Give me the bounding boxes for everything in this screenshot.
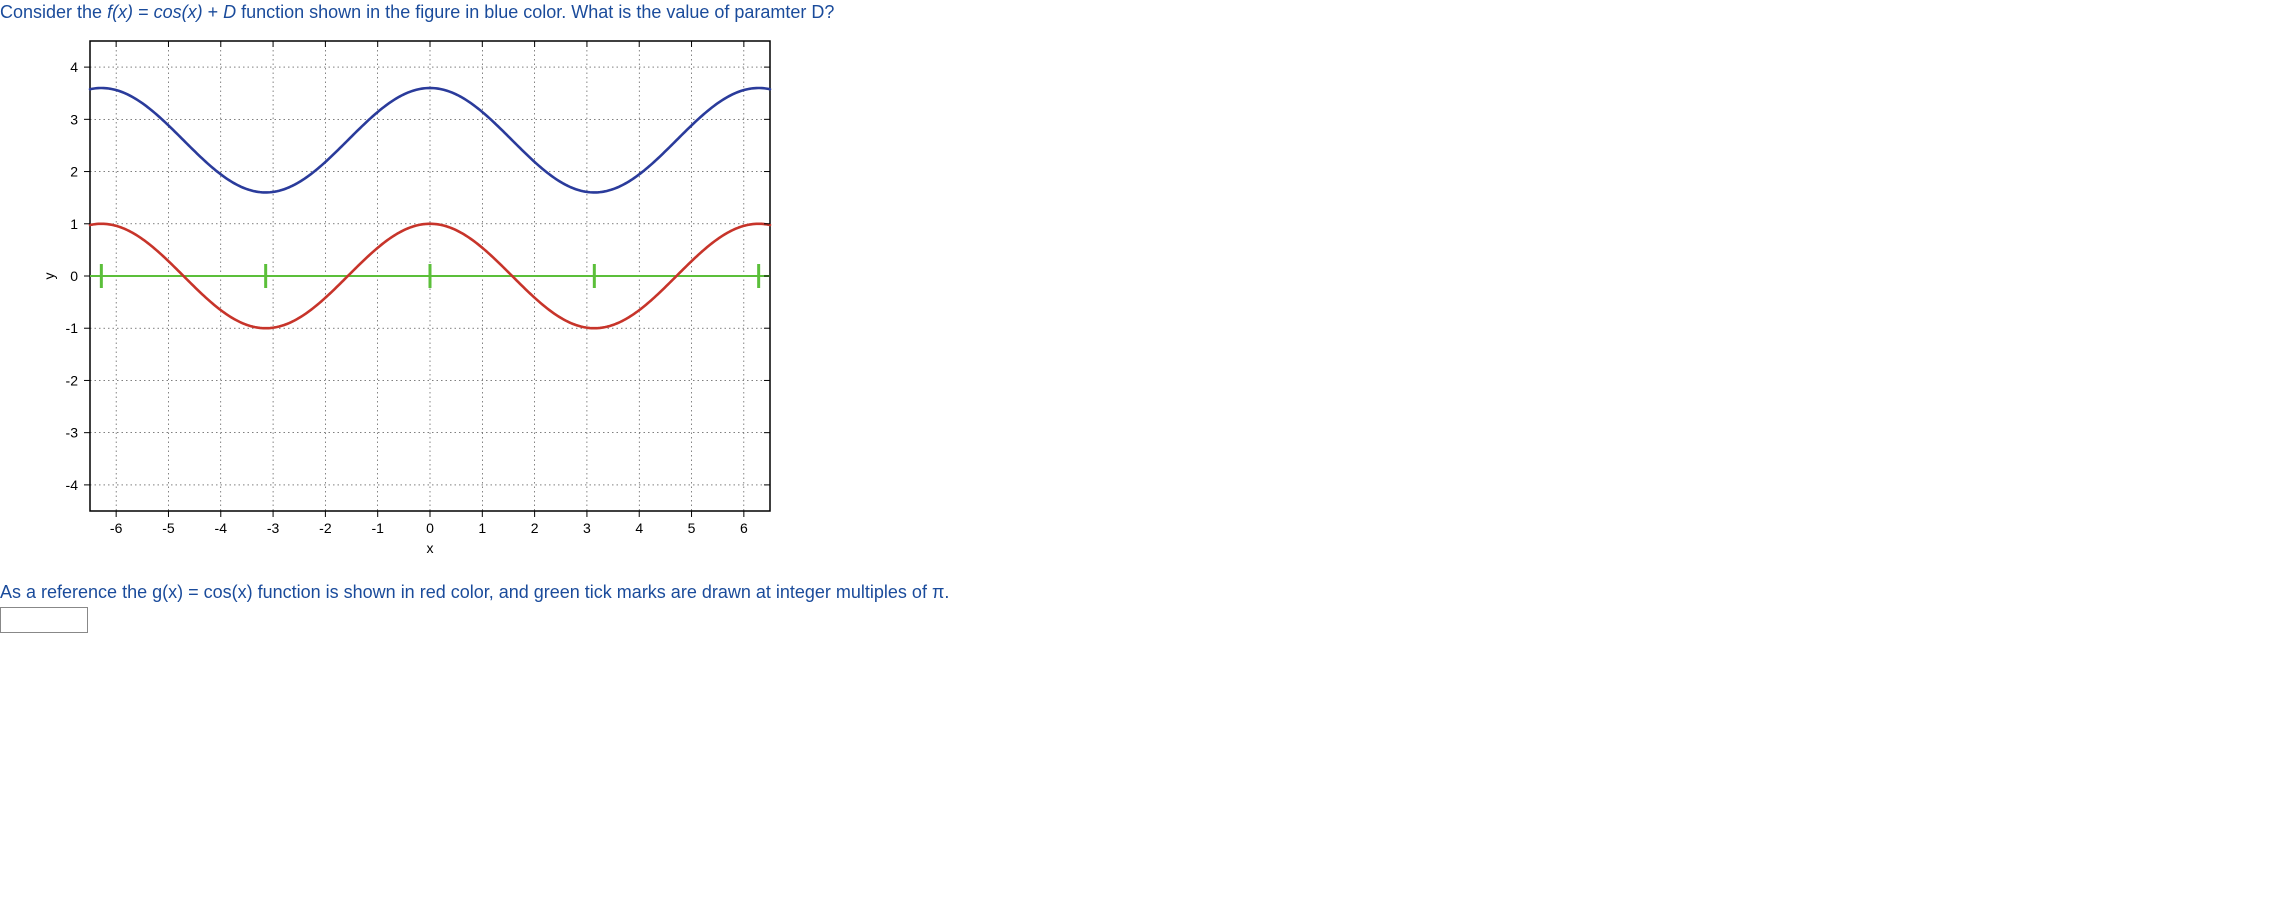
svg-text:3: 3 — [70, 111, 78, 127]
f-gx: g(x) — [152, 582, 183, 602]
question-text: Consider the f(x) = cos(x) + D function … — [0, 0, 2290, 31]
q-part1: Consider the — [0, 2, 107, 22]
svg-text:5: 5 — [688, 520, 696, 536]
svg-text:2: 2 — [531, 520, 539, 536]
svg-text:4: 4 — [70, 59, 78, 75]
svg-text:4: 4 — [635, 520, 643, 536]
footer-text: As a reference the g(x) = cos(x) functio… — [0, 578, 2290, 603]
svg-text:-1: -1 — [371, 520, 384, 536]
svg-text:-6: -6 — [110, 520, 123, 536]
svg-text:0: 0 — [426, 520, 434, 536]
svg-text:-2: -2 — [66, 372, 79, 388]
q-part2: function shown in the figure in blue col… — [236, 2, 834, 22]
svg-text:-1: -1 — [66, 320, 79, 336]
q-D: D — [223, 2, 236, 22]
svg-text:-4: -4 — [215, 520, 228, 536]
svg-text:3: 3 — [583, 520, 591, 536]
f-part1: As a reference the — [0, 582, 152, 602]
svg-text:-3: -3 — [66, 425, 79, 441]
q-cos: cos(x) — [154, 2, 203, 22]
f-cos2: cos(x) — [204, 582, 253, 602]
answer-input[interactable] — [0, 607, 88, 633]
svg-text:-2: -2 — [319, 520, 332, 536]
svg-text:-3: -3 — [267, 520, 280, 536]
f-part2: function is shown in red color, and gree… — [253, 582, 950, 602]
svg-text:0: 0 — [70, 268, 78, 284]
svg-text:x: x — [427, 540, 434, 556]
svg-text:6: 6 — [740, 520, 748, 536]
svg-text:-4: -4 — [66, 477, 79, 493]
f-eq2: = — [183, 582, 204, 602]
q-fx: f(x) — [107, 2, 133, 22]
svg-text:y: y — [41, 273, 57, 280]
chart-plot: -6 -5 -4 -3 -2 -1 0 1 2 3 4 5 6 -4 -3 -2 -1 0 1 2 3 4 x y — [40, 31, 800, 561]
svg-text:2: 2 — [70, 164, 78, 180]
svg-text:-5: -5 — [162, 520, 175, 536]
q-plus: + — [203, 2, 224, 22]
svg-text:1: 1 — [70, 216, 78, 232]
q-eq: = — [133, 2, 154, 22]
svg-text:1: 1 — [478, 520, 486, 536]
